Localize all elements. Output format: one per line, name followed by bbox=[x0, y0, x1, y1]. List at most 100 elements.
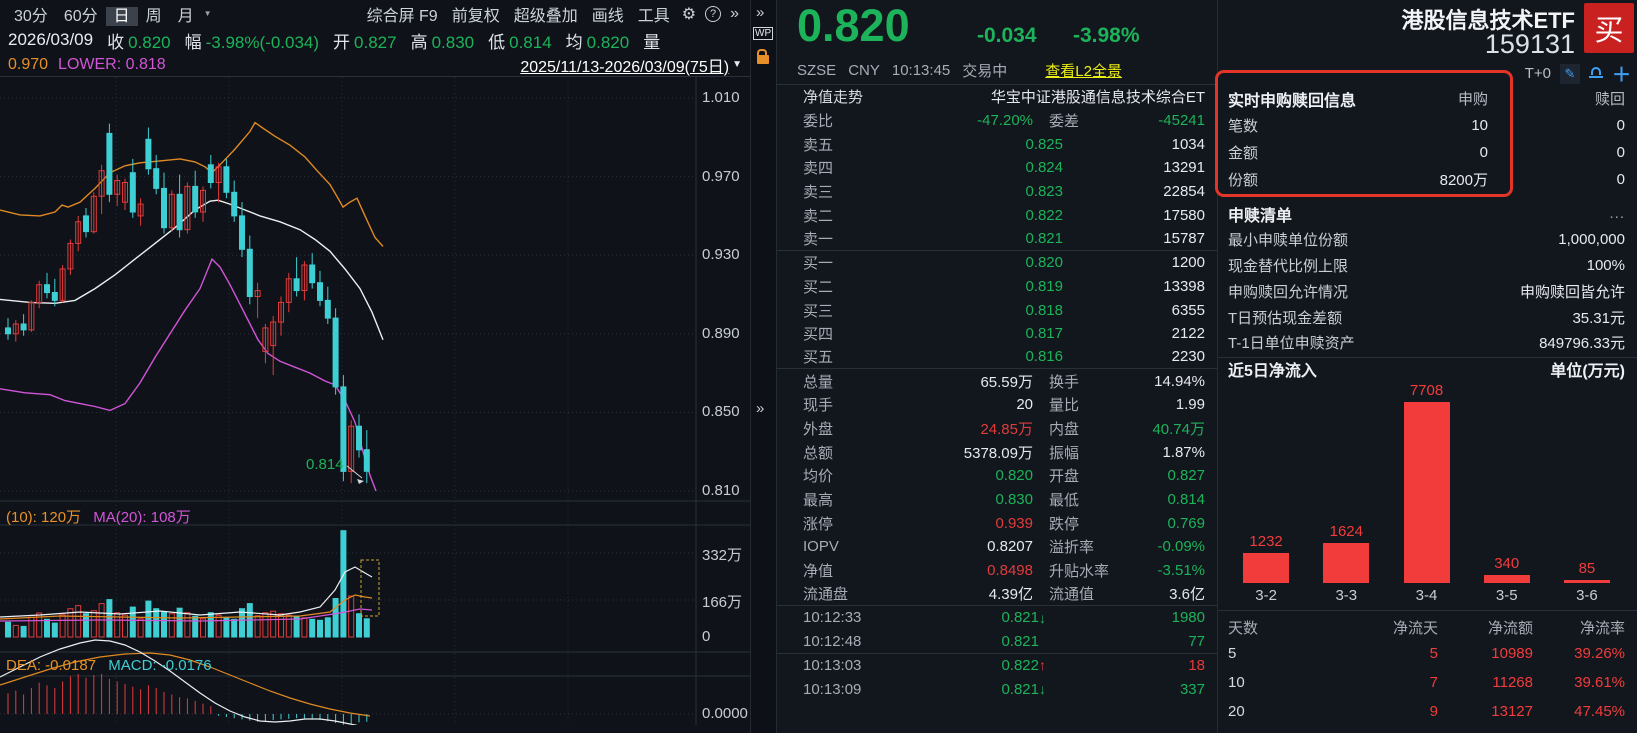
flow-x-label: 3-6 bbox=[1547, 587, 1627, 604]
order-price[interactable]: 0.824 bbox=[863, 159, 1063, 176]
stat-value: 0.769 bbox=[1141, 515, 1205, 532]
stat-value: 0.827 bbox=[1141, 467, 1205, 484]
kline-panel: 30分60分日周月 ▼ 综合屏 F9前复权超级叠加画线工具 ⚙ ? » 2026… bbox=[0, 0, 750, 733]
weibi-label: 委比 bbox=[803, 110, 867, 131]
volume-axis-tick: 332万 bbox=[702, 544, 742, 565]
menu-item-3[interactable]: 画线 bbox=[585, 7, 631, 26]
menu-item-2[interactable]: 超级叠加 bbox=[507, 7, 585, 26]
kline-chart[interactable]: 1.0100.9700.9300.8900.8500.810332万166万00… bbox=[0, 77, 750, 725]
sublist-label: 现金替代比例上限 bbox=[1228, 255, 1348, 276]
order-row-buy-4[interactable]: 买四0.8172122 bbox=[777, 322, 1217, 346]
wp-badge-icon[interactable]: WP bbox=[753, 27, 773, 40]
menu-item-4[interactable]: 工具 bbox=[631, 7, 677, 26]
volume-axis-tick: 166万 bbox=[702, 591, 742, 612]
flow-table-cell: 10 bbox=[1228, 674, 1298, 691]
tab-period-3[interactable]: 周 bbox=[138, 7, 170, 26]
order-price[interactable]: 0.818 bbox=[863, 302, 1063, 319]
realtime-row-2: 份额8200万0 bbox=[1218, 166, 1637, 193]
ohlc-pair-0: 收0.820 bbox=[107, 28, 171, 53]
order-price[interactable]: 0.820 bbox=[863, 254, 1063, 271]
sublist-row-1: 现金替代比例上限100% bbox=[1218, 253, 1637, 279]
ohlc-label: 幅 bbox=[185, 33, 202, 52]
order-row-sell-5[interactable]: 卖五0.8251034 bbox=[777, 132, 1217, 156]
stat-value: 4.39亿 bbox=[867, 583, 1033, 604]
ohlc-value: 0.827 bbox=[354, 33, 397, 52]
range-dropdown-icon[interactable]: ▼ bbox=[732, 59, 742, 70]
order-price[interactable]: 0.816 bbox=[863, 348, 1063, 365]
stat-label: 净值 bbox=[803, 560, 867, 581]
order-row-buy-1[interactable]: 买一0.8201200 bbox=[777, 251, 1217, 275]
tab-period-0[interactable]: 30分 bbox=[6, 7, 56, 26]
settings-gear-icon[interactable]: ⚙ bbox=[677, 4, 701, 24]
edit-pencil-icon[interactable]: ✎ bbox=[1560, 64, 1580, 84]
add-plus-icon[interactable]: ＋ bbox=[1612, 60, 1631, 87]
order-price[interactable]: 0.825 bbox=[863, 136, 1063, 153]
order-price[interactable]: 0.819 bbox=[863, 278, 1063, 295]
stat-value: 0.820 bbox=[867, 467, 1033, 484]
stat-row-0: 总量65.59万换手14.94% bbox=[777, 369, 1217, 393]
stat-row-7: IOPV0.8207溢折率-0.09% bbox=[777, 535, 1217, 559]
flow-table-cell: 47.45% bbox=[1533, 703, 1625, 720]
stat-label: 开盘 bbox=[1049, 465, 1141, 486]
price-axis-tick: 0.850 bbox=[702, 403, 740, 420]
collapse-handle-icon[interactable]: » bbox=[756, 400, 764, 417]
stat-label: 均价 bbox=[803, 465, 867, 486]
buy-button[interactable]: 买 bbox=[1584, 3, 1634, 53]
order-price[interactable]: 0.821 bbox=[863, 230, 1063, 247]
order-price[interactable]: 0.822 bbox=[863, 207, 1063, 224]
arrow-up-icon: ↑ bbox=[1039, 657, 1059, 673]
more-ellipsis-button[interactable]: ... bbox=[1609, 205, 1625, 222]
last-price: 0.820 bbox=[797, 0, 910, 52]
volume-ma-labels: (10): 120万 MA(20): 108万 bbox=[6, 506, 191, 527]
trade-price: 0.821 bbox=[893, 609, 1039, 626]
order-row-sell-4[interactable]: 卖四0.82413291 bbox=[777, 156, 1217, 180]
menu-item-0[interactable]: 综合屏 F9 bbox=[360, 7, 445, 26]
unlock-icon[interactable] bbox=[757, 55, 769, 64]
macd-axis-tick: 0.0000 bbox=[702, 705, 748, 722]
order-price[interactable]: 0.823 bbox=[863, 183, 1063, 200]
l2-panorama-link[interactable]: 查看L2全景 bbox=[1045, 60, 1122, 81]
exchange-label: SZSE bbox=[797, 62, 836, 79]
order-price[interactable]: 0.817 bbox=[863, 325, 1063, 342]
order-row-buy-3[interactable]: 买三0.8186355 bbox=[777, 298, 1217, 322]
weicha-value: -45241 bbox=[1141, 112, 1205, 129]
flow-bar-col-1: 1624 bbox=[1306, 382, 1386, 583]
trade-time: 10:13:03 bbox=[803, 657, 893, 674]
flow-x-label: 3-2 bbox=[1226, 587, 1306, 604]
order-row-sell-1[interactable]: 卖一0.82115787 bbox=[777, 227, 1217, 251]
trade-volume: 1980 bbox=[1059, 609, 1205, 626]
tab-period-4[interactable]: 月 bbox=[170, 7, 202, 26]
flow-bar bbox=[1323, 543, 1369, 583]
order-row-sell-3[interactable]: 卖三0.82322854 bbox=[777, 180, 1217, 204]
stat-label: 最低 bbox=[1049, 489, 1141, 510]
nav-value-row[interactable]: 净值走势华宝中证港股通信息技术综合ET bbox=[777, 85, 1217, 109]
order-row-buy-2[interactable]: 买二0.81913398 bbox=[777, 275, 1217, 299]
stat-label: 振幅 bbox=[1049, 442, 1141, 463]
tab-period-2[interactable]: 日 bbox=[106, 7, 138, 26]
tab-period-1[interactable]: 60分 bbox=[56, 7, 106, 26]
trade-row-1: 10:12:480.82177 bbox=[777, 630, 1217, 654]
menu-item-1[interactable]: 前复权 bbox=[445, 7, 507, 26]
flow-bar-value: 340 bbox=[1494, 555, 1519, 572]
ohlc-label: 低 bbox=[488, 33, 505, 52]
ohlc-label: 量 bbox=[643, 33, 660, 52]
stat-value: 14.94% bbox=[1141, 373, 1205, 390]
quote-header: 0.820 -0.034 -3.98% SZSE CNY 10:13:45 交易… bbox=[777, 0, 1217, 85]
expand-chevrons-icon[interactable]: » bbox=[756, 4, 764, 21]
trade-row-0: 10:12:330.821↓1980 bbox=[777, 606, 1217, 630]
order-label: 买一 bbox=[803, 252, 863, 273]
period-dropdown-icon[interactable]: ▼ bbox=[204, 9, 212, 18]
help-icon[interactable]: ? bbox=[705, 6, 721, 22]
flow-bar bbox=[1404, 402, 1450, 583]
realtime-header-row: 实时申购赎回信息申购赎回 bbox=[1218, 85, 1637, 112]
sublist-title-row: 申赎清单... bbox=[1218, 201, 1637, 227]
weibi-value: -47.20% bbox=[867, 112, 1033, 129]
ohlc-label: 高 bbox=[411, 33, 428, 52]
sublist-row-2: 申购赎回允许情况申购赎回皆允许 bbox=[1218, 278, 1637, 304]
ohlc-label: 开 bbox=[333, 33, 350, 52]
date-range-link[interactable]: 2025/11/13-2026/03/09(75日) bbox=[520, 53, 729, 77]
order-row-sell-2[interactable]: 卖二0.82217580 bbox=[777, 203, 1217, 227]
toolbar-more-icon[interactable]: » bbox=[725, 5, 744, 23]
alert-bell-icon[interactable] bbox=[1589, 67, 1603, 80]
order-row-buy-5[interactable]: 买五0.8162230 bbox=[777, 346, 1217, 370]
